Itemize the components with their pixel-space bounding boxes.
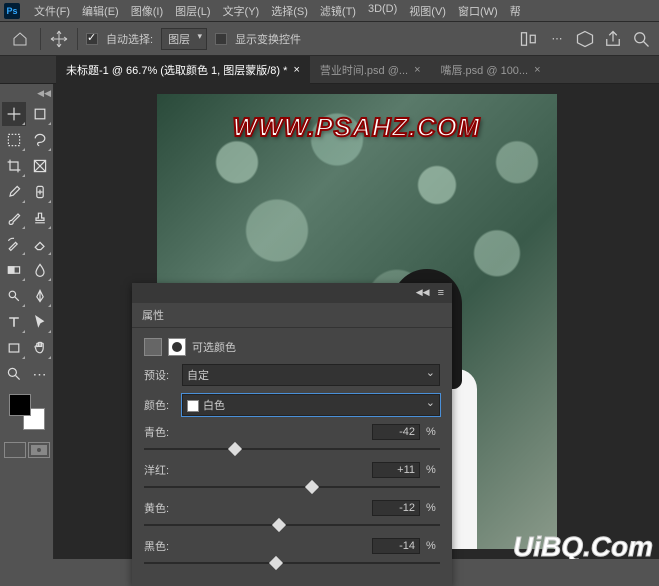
tab-label: 嘴唇.psd @ 100...	[441, 62, 529, 78]
document-tab[interactable]: 营业时间.psd @... ×	[310, 56, 431, 84]
menu-item[interactable]: 文件(F)	[28, 0, 76, 22]
standard-mode-button[interactable]	[4, 442, 26, 458]
color-swatches[interactable]	[9, 394, 45, 430]
auto-select-checkbox[interactable]	[86, 33, 98, 45]
slider-value-input[interactable]: +11	[372, 462, 420, 478]
overflow-icon[interactable]: ⋯	[547, 29, 567, 49]
menu-item[interactable]: 编辑(E)	[76, 0, 125, 22]
type-tool[interactable]	[2, 310, 26, 334]
home-icon[interactable]	[8, 27, 32, 51]
stamp-tool[interactable]	[28, 206, 52, 230]
preset-label: 预设:	[144, 367, 176, 383]
align-icon[interactable]	[519, 29, 539, 49]
dodge-tool[interactable]	[2, 284, 26, 308]
menu-item[interactable]: 文字(Y)	[217, 0, 266, 22]
close-tab-icon[interactable]: ×	[293, 64, 299, 76]
show-transform-label: 显示变换控件	[235, 31, 301, 47]
slider-value-input[interactable]: -42	[372, 424, 420, 440]
menu-item[interactable]: 窗口(W)	[452, 0, 504, 22]
close-tab-icon[interactable]: ×	[414, 64, 420, 76]
options-bar: 自动选择: 图层 显示变换控件 ⋯	[0, 22, 659, 56]
frame-tool[interactable]	[28, 154, 52, 178]
share-icon[interactable]	[603, 29, 623, 49]
menu-item[interactable]: 选择(S)	[265, 0, 314, 22]
tab-label: 未标题-1 @ 66.7% (选取颜色 1, 图层蒙版/8) *	[66, 62, 287, 78]
menu-item[interactable]: 图像(I)	[125, 0, 169, 22]
close-tab-icon[interactable]: ×	[534, 64, 540, 76]
tab-label: 营业时间.psd @...	[320, 62, 408, 78]
show-transform-checkbox[interactable]	[215, 33, 227, 45]
hand-tool[interactable]	[28, 336, 52, 360]
slider-label: 青色:	[144, 424, 184, 440]
pen-tool[interactable]	[28, 284, 52, 308]
menu-item[interactable]: 帮	[504, 0, 527, 22]
marquee-tool[interactable]	[2, 128, 26, 152]
artboard-tool[interactable]	[28, 102, 52, 126]
3d-mode-icon[interactable]	[575, 29, 595, 49]
slider-thumb[interactable]	[272, 518, 286, 532]
slider-track[interactable]	[144, 556, 440, 570]
app-logo: Ps	[4, 3, 20, 19]
slider-thumb[interactable]	[269, 556, 283, 570]
healing-tool[interactable]	[28, 180, 52, 204]
slider-label: 黄色:	[144, 500, 184, 516]
slider-track[interactable]	[144, 480, 440, 494]
toolbox: ◀◀ ⋯	[0, 84, 54, 559]
path-select-tool[interactable]	[28, 310, 52, 334]
menu-item[interactable]: 视图(V)	[403, 0, 452, 22]
percent-label: %	[426, 426, 440, 438]
preset-dropdown[interactable]: 自定	[182, 364, 440, 386]
document-tabs: 未标题-1 @ 66.7% (选取颜色 1, 图层蒙版/8) *×营业时间.ps…	[0, 56, 659, 84]
slider-value-input[interactable]: -14	[372, 538, 420, 554]
slider-thumb[interactable]	[228, 442, 242, 456]
rectangle-tool[interactable]	[2, 336, 26, 360]
panel-collapse-icon[interactable]: ◀◀	[416, 287, 430, 299]
eraser-tool[interactable]	[28, 232, 52, 256]
menu-item[interactable]: 滤镜(T)	[314, 0, 362, 22]
percent-label: %	[426, 540, 440, 552]
search-icon[interactable]	[631, 29, 651, 49]
slider-value-input[interactable]: -12	[372, 500, 420, 516]
crop-tool[interactable]	[2, 154, 26, 178]
lasso-tool[interactable]	[28, 128, 52, 152]
foreground-color-swatch[interactable]	[9, 394, 31, 416]
gradient-tool[interactable]	[2, 258, 26, 282]
slider-label: 黑色:	[144, 538, 184, 554]
auto-select-target-dropdown[interactable]: 图层	[161, 28, 207, 50]
site-watermark: UiBQ.Com	[513, 531, 653, 559]
slider-track[interactable]	[144, 518, 440, 532]
move-tool[interactable]	[2, 102, 26, 126]
slider-label: 洋红:	[144, 462, 184, 478]
collapse-toolbox-icon[interactable]: ◀◀	[37, 88, 51, 99]
menu-item[interactable]: 3D(D)	[362, 0, 403, 22]
history-brush-tool[interactable]	[2, 232, 26, 256]
document-tab[interactable]: 未标题-1 @ 66.7% (选取颜色 1, 图层蒙版/8) * ×	[56, 56, 310, 84]
color-label: 颜色:	[144, 397, 176, 413]
slider-thumb[interactable]	[305, 480, 319, 494]
move-tool-indicator-icon	[49, 29, 69, 49]
blur-tool[interactable]	[28, 258, 52, 282]
adjustment-name: 可选颜色	[192, 339, 236, 355]
panel-menu-icon[interactable]: ≡	[438, 287, 444, 299]
menu-item[interactable]: 图层(L)	[169, 0, 216, 22]
slider-track[interactable]	[144, 442, 440, 456]
edit-toolbar[interactable]: ⋯	[28, 362, 52, 386]
document-tab[interactable]: 嘴唇.psd @ 100... ×	[431, 56, 551, 84]
menu-bar: Ps 文件(F)编辑(E)图像(I)图层(L)文字(Y)选择(S)滤镜(T)3D…	[0, 0, 659, 22]
auto-select-label: 自动选择:	[106, 31, 153, 47]
properties-panel: ◀◀ ≡ 属性 可选颜色 预设: 自定 颜色: 白色 青色: -42% 洋红: +11…	[132, 283, 452, 586]
adjustment-icon	[144, 338, 162, 356]
watermark-text: WWW.PSAHZ.COM	[233, 112, 481, 143]
percent-label: %	[426, 502, 440, 514]
zoom-tool[interactable]	[2, 362, 26, 386]
quickmask-mode-button[interactable]	[28, 442, 50, 458]
color-dropdown[interactable]: 白色	[182, 394, 440, 416]
panel-title: 属性	[132, 303, 452, 328]
brush-tool[interactable]	[2, 206, 26, 230]
eyedropper-tool[interactable]	[2, 180, 26, 204]
mask-thumbnail-icon[interactable]	[168, 338, 186, 356]
percent-label: %	[426, 464, 440, 476]
